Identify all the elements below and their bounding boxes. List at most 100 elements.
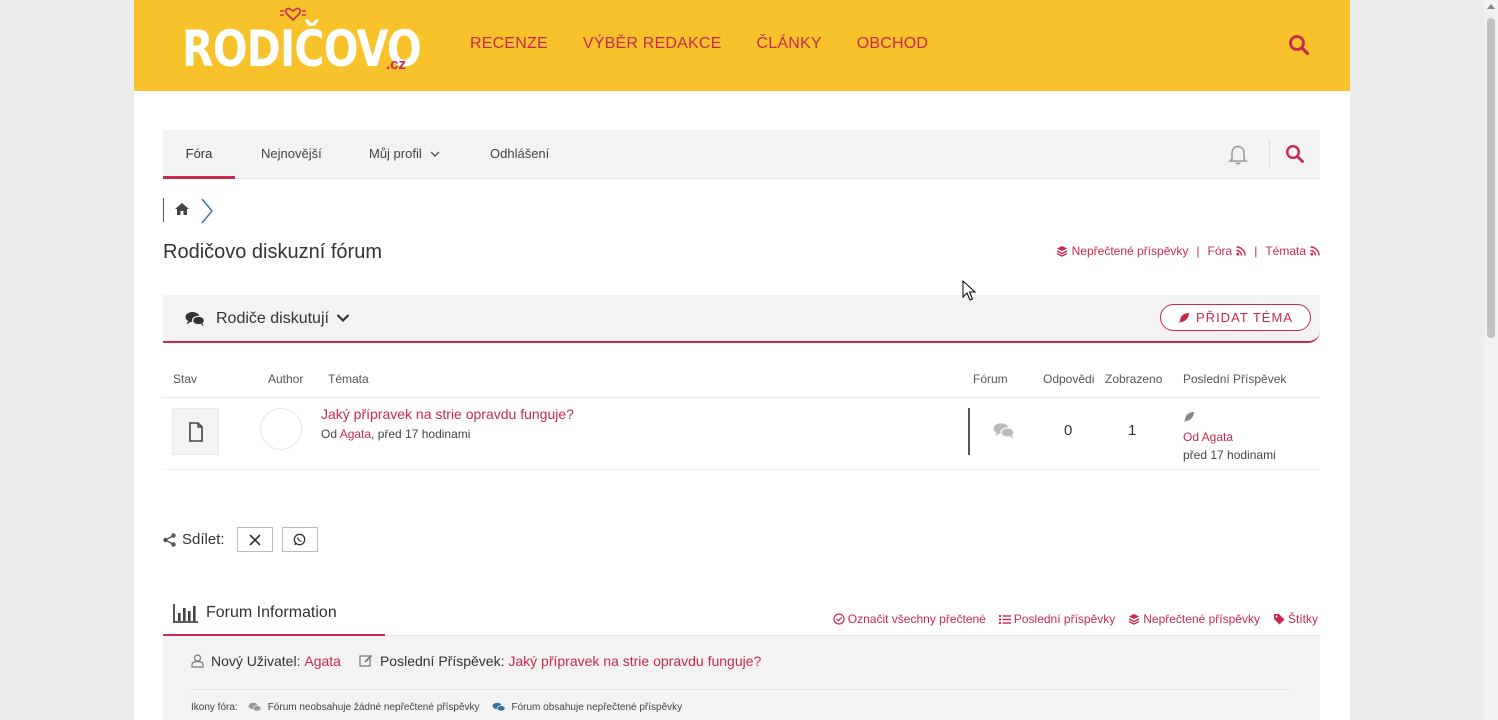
rss-icon <box>1310 246 1320 256</box>
forum-search-icon[interactable] <box>1285 144 1305 164</box>
info-divider <box>190 689 1290 690</box>
layers-icon <box>1128 614 1140 625</box>
share-label: Sdílet: <box>182 531 225 548</box>
list-icon <box>998 614 1011 624</box>
category-bar: Rodiče diskutují PŘIDAT TÉMA <box>163 295 1320 343</box>
tag-icon <box>1273 614 1285 625</box>
forum-info-body: Nový Uživatel: Agata Poslední Příspěvek:… <box>163 636 1320 720</box>
comments-read-icon <box>248 702 262 712</box>
temata-rss-link[interactable]: Témata <box>1265 244 1320 258</box>
forum-icons-legend: Ikony fóra: Fórum neobsahuje žádné nepře… <box>191 702 682 713</box>
subnav-divider <box>1269 140 1270 168</box>
link-separator: | <box>1196 244 1200 258</box>
nav-recenze[interactable]: RECENZE <box>470 35 548 53</box>
avatar[interactable] <box>260 408 302 450</box>
add-topic-label: PŘIDAT TÉMA <box>1196 310 1293 325</box>
nav-vyber-redakce[interactable]: VÝBĚR REDAKCE <box>583 35 722 53</box>
legend-unread: Fórum obsahuje nepřečtené příspěvky <box>511 702 683 713</box>
feather-icon <box>1184 412 1194 422</box>
logo-suffix: .cz <box>386 56 407 73</box>
tab-muj-profil-label: Můj profil <box>369 146 422 161</box>
tab-nejnovejsi[interactable]: Nejnovější <box>261 130 322 179</box>
topics-table-header: Stav Author Témata Fórum Odpovědi Zobraz… <box>163 370 1320 398</box>
check-circle-icon <box>833 613 845 625</box>
tab-odhlaseni-label: Odhlášení <box>490 146 550 161</box>
forum-info-title: Forum Information <box>206 604 337 621</box>
main-nav: RECENZE VÝBĚR REDAKCE ČLÁNKY OBCHOD <box>470 35 928 53</box>
last-post-author-link[interactable]: Od Agata <box>1183 430 1233 444</box>
tags-link[interactable]: Štítky <box>1273 612 1318 626</box>
tab-fora[interactable]: Fóra <box>163 130 235 179</box>
category-title: Rodiče diskutují <box>216 310 329 327</box>
forum-info-tab: Forum Information <box>163 600 385 636</box>
share-whatsapp-button[interactable] <box>281 527 318 552</box>
tab-fora-label: Fóra <box>185 146 213 161</box>
bar-chart-icon <box>173 604 198 623</box>
temata-rss-label: Témata <box>1265 244 1306 258</box>
last-post-link[interactable]: Jaký přípravek na strie opravdu funguje? <box>508 653 761 669</box>
edit-icon <box>359 654 373 667</box>
tab-nejnovejsi-label: Nejnovější <box>261 146 322 161</box>
topic-status <box>172 408 219 455</box>
page-title: Rodičovo diskuzní fórum <box>163 241 382 263</box>
mark-all-read-label: Označit všechny přečtené <box>847 612 986 626</box>
file-icon <box>188 421 203 442</box>
col-posledni: Poslední Příspěvek <box>1183 372 1287 386</box>
unread-posts-link[interactable]: Nepřečtené příspěvky <box>1056 244 1189 258</box>
share-bar: Sdílet: <box>163 527 327 552</box>
last-post: Od Agata před 17 hodinami <box>1183 410 1276 464</box>
unread-posts-label: Nepřečtené příspěvky <box>1071 244 1189 258</box>
legend-label: Ikony fóra: <box>191 702 238 713</box>
comments-unread-icon <box>492 702 505 712</box>
unread-posts-info-label: Nepřečtené příspěvky <box>1143 612 1260 626</box>
recent-posts-link[interactable]: Poslední příspěvky <box>998 612 1115 626</box>
site-logo[interactable]: RODIČOVO .cz <box>182 7 422 78</box>
chevron-down-icon <box>430 151 440 157</box>
forum-subnav: Fóra Nejnovější Můj profil Odhlášení <box>163 130 1320 179</box>
col-forum: Fórum <box>973 372 1008 386</box>
nav-obchod[interactable]: OBCHOD <box>857 35 928 53</box>
col-odpovedi: Odpovědi <box>1043 372 1095 386</box>
top-links: Nepřečtené příspěvky | Fóra | Témata <box>1056 244 1320 258</box>
add-topic-button[interactable]: PŘIDAT TÉMA <box>1160 304 1311 331</box>
row-divider <box>968 408 970 455</box>
home-icon[interactable] <box>174 202 190 216</box>
breadcrumb-bar <box>163 198 164 222</box>
rss-icon <box>1236 246 1246 256</box>
tab-odhlaseni[interactable]: Odhlášení <box>490 130 549 179</box>
chevron-down-icon[interactable] <box>336 313 350 323</box>
whatsapp-icon <box>293 533 306 546</box>
unread-posts-info-link[interactable]: Nepřečtené příspěvky <box>1128 612 1260 626</box>
fora-rss-link[interactable]: Fóra <box>1208 244 1247 258</box>
scroll-up-arrow-icon[interactable] <box>1487 4 1495 9</box>
link-separator: | <box>1254 244 1258 258</box>
view-count: 1 <box>1128 422 1137 439</box>
share-x-button[interactable] <box>236 527 273 552</box>
tab-muj-profil[interactable]: Můj profil <box>369 130 440 179</box>
chevron-right-icon <box>201 198 213 224</box>
nav-clanky[interactable]: ČLÁNKY <box>757 35 822 53</box>
feather-icon <box>1179 312 1190 323</box>
last-post-time: před 17 hodinami <box>1183 448 1276 462</box>
page-container: RODIČOVO .cz RECENZE VÝBĚR REDAKCE ČLÁNK… <box>134 0 1350 720</box>
breadcrumb <box>163 198 223 224</box>
mark-all-read-link[interactable]: Označit všechny přečtené <box>833 612 986 626</box>
topic-author-link[interactable]: Agata <box>340 427 371 441</box>
scrollbar[interactable] <box>1484 0 1498 720</box>
new-user-link[interactable]: Agata <box>304 653 341 669</box>
user-icon <box>191 654 204 668</box>
comments-icon[interactable] <box>993 422 1015 440</box>
col-temata: Témata <box>328 372 369 386</box>
search-icon[interactable] <box>1288 34 1310 56</box>
last-post-label: Poslední Příspěvek: <box>379 653 505 669</box>
table-row: Jaký přípravek na strie opravdu funguje?… <box>163 398 1320 470</box>
topic-title-link[interactable]: Jaký přípravek na strie opravdu funguje? <box>321 406 574 422</box>
col-author: Author <box>268 372 304 386</box>
scrollbar-thumb[interactable] <box>1487 18 1495 338</box>
reply-count: 0 <box>1064 422 1073 439</box>
bell-icon[interactable] <box>1227 143 1249 165</box>
new-user-label: Nový Uživatel: <box>211 653 301 669</box>
mouse-cursor-icon <box>962 280 976 301</box>
comments-icon <box>185 312 205 327</box>
forum-info-stats: Nový Uživatel: Agata Poslední Příspěvek:… <box>191 653 761 669</box>
